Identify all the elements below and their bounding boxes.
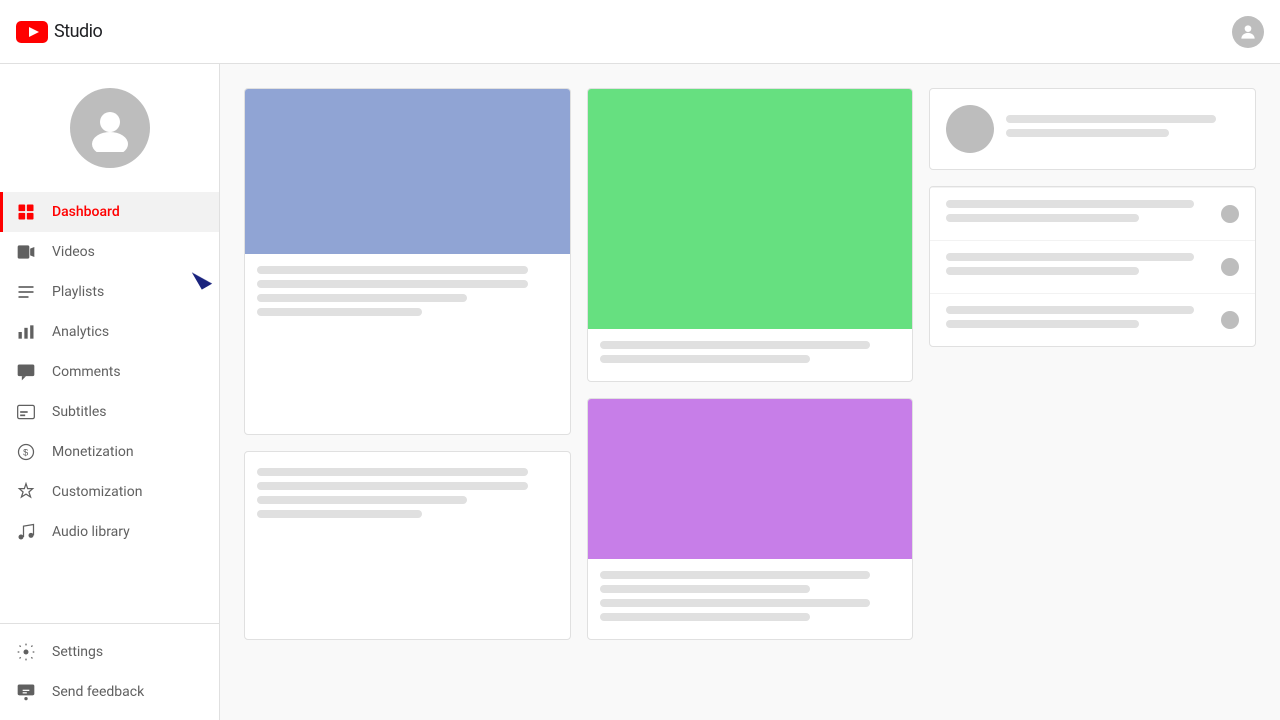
card-list-1 (929, 186, 1256, 347)
sidebar-item-dashboard[interactable]: Dashboard (0, 192, 219, 232)
radio-circle (1221, 258, 1239, 276)
grid-icon (16, 202, 36, 222)
card-1-thumbnail (245, 89, 570, 254)
card-green-lines (588, 329, 913, 381)
header: Studio (0, 0, 1280, 64)
video-icon (16, 242, 36, 262)
sidebar-item-subtitles[interactable]: Subtitles (0, 392, 219, 432)
card-line (600, 341, 871, 349)
sidebar-item-label: Playlists (52, 284, 104, 300)
playlist-icon (16, 282, 36, 302)
card-line (257, 482, 528, 490)
sidebar-item-monetization[interactable]: $ Monetization (0, 432, 219, 472)
card-line (257, 294, 467, 302)
radio-circle (1221, 311, 1239, 329)
main-content (220, 64, 1280, 720)
card-line (257, 468, 528, 476)
sidebar-profile (0, 72, 219, 192)
studio-label: Studio (54, 21, 102, 42)
card-1 (244, 88, 571, 435)
card-profile (929, 88, 1256, 170)
sidebar-person-icon (86, 104, 134, 152)
list-line (946, 267, 1138, 275)
card-line (257, 510, 422, 518)
card-line (257, 308, 422, 316)
card-4 (244, 451, 571, 641)
list-item-row (930, 187, 1255, 240)
list-item-row (930, 293, 1255, 346)
subtitles-icon (16, 402, 36, 422)
card-purple-lines (588, 559, 913, 639)
settings-icon (16, 642, 36, 662)
list-item-lines (946, 253, 1221, 281)
card-line (600, 599, 871, 607)
list-line (946, 320, 1138, 328)
sidebar-item-label: Send feedback (52, 684, 144, 700)
card-line (600, 355, 810, 363)
youtube-icon (16, 21, 48, 43)
list-line (946, 306, 1193, 314)
list-item-row (930, 240, 1255, 293)
sidebar-item-playlists[interactable]: Playlists (0, 272, 219, 312)
card-line (600, 571, 871, 579)
header-left: Studio (16, 21, 102, 43)
monetization-icon: $ (16, 442, 36, 462)
profile-line (1006, 115, 1215, 123)
list-line (946, 214, 1138, 222)
sidebar-nav: Dashboard Videos (0, 192, 219, 623)
card-line (600, 613, 810, 621)
sidebar-item-label: Monetization (52, 444, 134, 460)
sidebar-item-send-feedback[interactable]: Send feedback (0, 672, 219, 712)
sidebar-item-comments[interactable]: Comments (0, 352, 219, 392)
sidebar: Dashboard Videos (0, 64, 220, 720)
card-line (257, 496, 467, 504)
sidebar-item-settings[interactable]: Settings (0, 632, 219, 672)
card-purple-thumbnail (588, 399, 913, 559)
profile-lines (1006, 115, 1239, 143)
main-layout: Dashboard Videos (0, 64, 1280, 720)
profile-row (930, 89, 1255, 169)
list-line (946, 200, 1193, 208)
profile-avatar (946, 105, 994, 153)
card-line (600, 585, 810, 593)
sidebar-item-label: Settings (52, 644, 103, 660)
list-line (946, 253, 1193, 261)
sidebar-item-label: Audio library (52, 524, 130, 540)
sidebar-bottom: Settings Send feedback (0, 623, 219, 720)
radio-circle (1221, 205, 1239, 223)
card-line (257, 266, 528, 274)
youtube-studio-logo[interactable]: Studio (16, 21, 102, 43)
sidebar-item-videos[interactable]: Videos (0, 232, 219, 272)
card-3-column (929, 88, 1256, 640)
audio-icon (16, 522, 36, 542)
sidebar-item-label: Analytics (52, 324, 109, 340)
card-1-lines (245, 254, 570, 334)
svg-text:$: $ (23, 447, 28, 457)
sidebar-item-label: Videos (52, 244, 95, 260)
sidebar-item-audio-library[interactable]: Audio library (0, 512, 219, 552)
card-purple (587, 398, 914, 640)
sidebar-item-label: Dashboard (52, 204, 120, 220)
sidebar-item-analytics[interactable]: Analytics (0, 312, 219, 352)
card-2-column (587, 88, 914, 640)
analytics-icon (16, 322, 36, 342)
profile-line (1006, 129, 1169, 137)
list-item-lines (946, 200, 1221, 228)
sidebar-item-label: Subtitles (52, 404, 107, 420)
sidebar-item-label: Comments (52, 364, 121, 380)
card-4-lines (245, 452, 570, 540)
sidebar-item-customization[interactable]: Customization (0, 472, 219, 512)
list-item-lines (946, 306, 1221, 334)
feedback-icon (16, 682, 36, 702)
card-green (587, 88, 914, 382)
card-line (257, 280, 528, 288)
person-icon (1238, 22, 1258, 42)
comments-icon (16, 362, 36, 382)
sidebar-avatar[interactable] (70, 88, 150, 168)
user-avatar-header[interactable] (1232, 16, 1264, 48)
sidebar-item-label: Customization (52, 484, 142, 500)
card-green-thumbnail (588, 89, 913, 329)
customization-icon (16, 482, 36, 502)
